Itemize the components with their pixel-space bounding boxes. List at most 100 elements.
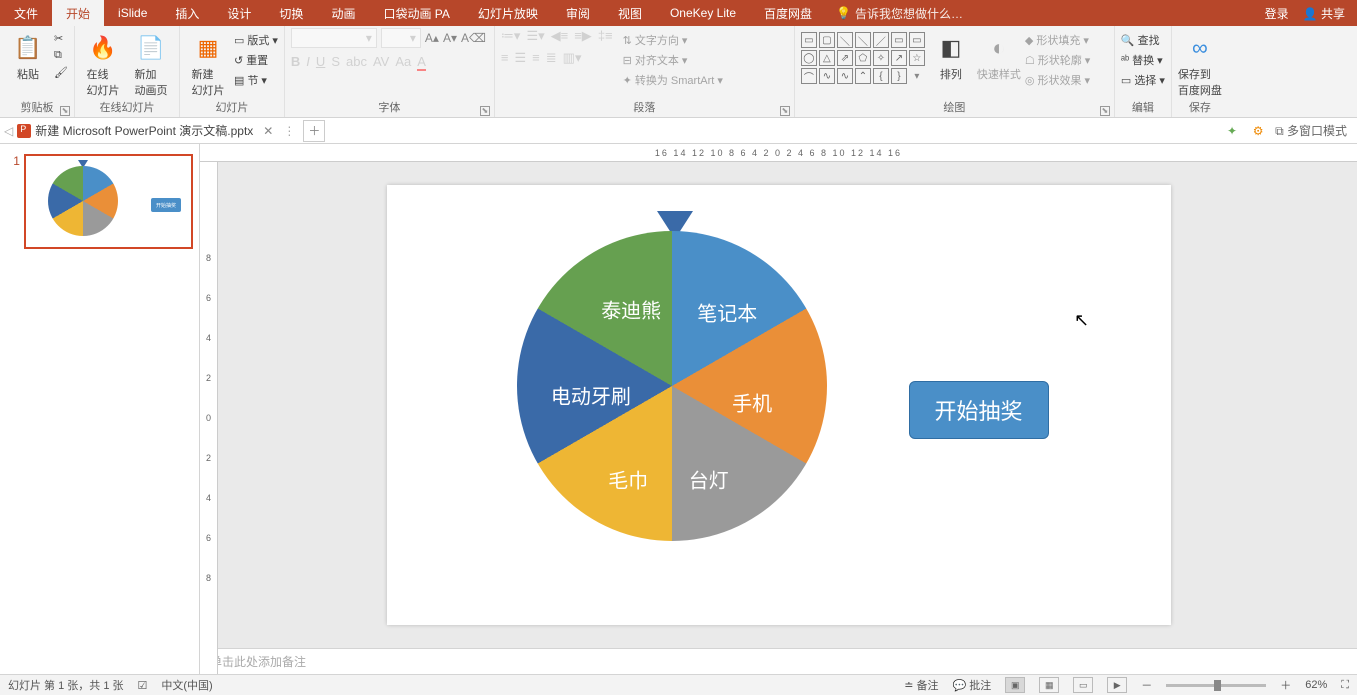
layout-button[interactable]: ▭版式 ▾ <box>234 32 278 48</box>
zoom-level[interactable]: 62% <box>1305 679 1327 691</box>
section-button[interactable]: ▤节 ▾ <box>234 72 278 88</box>
dialog-launcher[interactable]: ⬊ <box>60 106 70 116</box>
fit-window-button[interactable]: ⛶ <box>1341 679 1349 692</box>
start-lottery-button[interactable]: 开始抽奖 <box>909 381 1049 439</box>
shapes-gallery[interactable]: ▭▢＼＼／▭▭ ◯△⇗⬠✧↗☆ ⌒∿∿⌃{}▾ <box>801 28 925 84</box>
align-left-button[interactable]: ≡ <box>501 50 509 66</box>
tell-me[interactable]: 💡告诉我您想做什么… <box>826 5 973 22</box>
font-color-button[interactable]: A <box>417 54 426 71</box>
tab-transition[interactable]: 切换 <box>265 0 317 26</box>
text-direction-button[interactable]: ⇅ 文字方向 ▾ <box>623 32 723 48</box>
nav-back-icon[interactable]: ◁ <box>4 124 13 138</box>
strike-button[interactable]: S <box>331 54 340 71</box>
gear-icon[interactable]: ⚙ <box>1249 122 1267 140</box>
shape-outline-button[interactable]: ☖ 形状轮廓 ▾ <box>1025 52 1090 68</box>
align-text-button[interactable]: ⊟ 对齐文本 ▾ <box>623 52 723 68</box>
select-button[interactable]: ▭ 选择 ▾ <box>1121 72 1165 88</box>
arrange-button[interactable]: ◧排列 <box>929 28 973 82</box>
new-slide-button[interactable]: ▦新建 幻灯片 <box>186 28 230 98</box>
italic-button[interactable]: I <box>306 54 310 71</box>
save-baidu-button[interactable]: ∞保存到 百度网盘 <box>1178 28 1222 98</box>
tab-review[interactable]: 审阅 <box>552 0 604 26</box>
justify-button[interactable]: ≣ <box>546 50 557 66</box>
slide-thumbnail[interactable]: 开始抽奖 <box>24 154 193 249</box>
bold-button[interactable]: B <box>291 54 300 71</box>
tab-islide[interactable]: iSlide <box>104 0 161 26</box>
wheel-label: 手机 <box>732 387 772 416</box>
quickstyle-button[interactable]: ◐快速样式 <box>977 28 1021 82</box>
section-icon: ▤ <box>234 74 244 87</box>
multiwindow-button[interactable]: ⧉ 多窗口模式 <box>1275 122 1347 139</box>
zoom-out-button[interactable]: － <box>1141 677 1152 693</box>
increase-font-icon[interactable]: A▴ <box>425 31 439 45</box>
online-slides-button[interactable]: 🔥在线 幻灯片 <box>81 28 125 98</box>
document-name[interactable]: 新建 Microsoft PowerPoint 演示文稿.pptx <box>35 122 253 139</box>
dialog-launcher[interactable]: ⬊ <box>780 106 790 116</box>
tab-insert[interactable]: 插入 <box>161 0 213 26</box>
clear-format-icon[interactable]: A⌫ <box>461 31 486 45</box>
tab-pocket[interactable]: 口袋动画 PA <box>369 0 463 26</box>
line-spacing-button[interactable]: ‡≡ <box>598 28 613 44</box>
language-indicator[interactable]: 中文(中国) <box>161 677 212 693</box>
prize-wheel[interactable]: 笔记本 手机 台灯 毛巾 电动牙刷 泰迪熊 <box>517 231 827 541</box>
case-button[interactable]: Aa <box>395 54 411 71</box>
close-doc-button[interactable]: ✕ <box>257 124 279 138</box>
indent-inc-button[interactable]: ≡▶ <box>574 28 592 44</box>
spacing-button[interactable]: AV <box>373 54 389 71</box>
tab-home[interactable]: 开始 <box>52 0 104 26</box>
tab-animation[interactable]: 动画 <box>317 0 369 26</box>
dialog-launcher[interactable]: ⬊ <box>1100 106 1110 116</box>
canvas[interactable]: 笔记本 手机 台灯 毛巾 电动牙刷 泰迪熊 开始抽奖 <box>200 162 1357 648</box>
normal-view-button[interactable]: ▣ <box>1005 677 1025 693</box>
shape-effects-button[interactable]: ◎ 形状效果 ▾ <box>1025 72 1090 88</box>
tab-onekey[interactable]: OneKey Lite <box>656 0 750 26</box>
thumbnail-panel[interactable]: 1 开始抽奖 <box>0 144 200 674</box>
underline-button[interactable]: U <box>316 54 325 71</box>
indent-dec-button[interactable]: ◀≡ <box>551 28 569 44</box>
tab-view[interactable]: 视图 <box>604 0 656 26</box>
tab-design[interactable]: 设计 <box>213 0 265 26</box>
tab-slideshow[interactable]: 幻灯片放映 <box>464 0 552 26</box>
shadow-button[interactable]: abc <box>346 54 367 71</box>
cut-button[interactable]: ✂ <box>54 32 68 45</box>
group-label: 编辑 <box>1121 101 1165 117</box>
font-size-select[interactable]: ▾ <box>381 28 421 48</box>
notes-toggle[interactable]: ≐ 备注 <box>904 677 938 693</box>
paste-button[interactable]: 📋 粘贴 <box>6 28 50 82</box>
align-right-button[interactable]: ≡ <box>532 50 540 66</box>
smartart-button[interactable]: ✦ 转换为 SmartArt ▾ <box>623 72 723 88</box>
format-painter-button[interactable]: 🖌 <box>54 66 68 79</box>
slideshow-view-button[interactable]: ▶ <box>1107 677 1127 693</box>
numbering-button[interactable]: ☰▾ <box>526 28 544 44</box>
spellcheck-icon[interactable]: ☑ <box>138 679 148 692</box>
slide[interactable]: 笔记本 手机 台灯 毛巾 电动牙刷 泰迪熊 开始抽奖 <box>387 185 1171 625</box>
font-family-select[interactable]: ▾ <box>291 28 377 48</box>
tab-file[interactable]: 文件 <box>0 0 52 26</box>
new-anim-page-button[interactable]: 📄新加 动画页 <box>129 28 173 98</box>
reset-button[interactable]: ↺重置 <box>234 52 278 68</box>
group-label: 在线幻灯片 <box>81 101 173 117</box>
copy-button[interactable]: ⧉ <box>54 49 68 62</box>
replace-button[interactable]: ᵃᵇ 替换 ▾ <box>1121 52 1165 68</box>
new-doc-button[interactable]: ＋ <box>303 120 325 142</box>
align-center-button[interactable]: ☰ <box>515 50 527 66</box>
decrease-font-icon[interactable]: A▾ <box>443 31 457 45</box>
horizontal-ruler[interactable]: 16 14 12 10 8 6 4 2 0 2 4 6 8 10 12 14 1… <box>200 144 1357 162</box>
bullets-button[interactable]: ≔▾ <box>501 28 521 44</box>
find-button[interactable]: 🔍 查找 <box>1121 32 1165 48</box>
reading-view-button[interactable]: ▭ <box>1073 677 1093 693</box>
shape-fill-button[interactable]: ◆ 形状填充 ▾ <box>1025 32 1090 48</box>
zoom-in-button[interactable]: ＋ <box>1280 677 1291 693</box>
dialog-launcher[interactable]: ⬊ <box>480 106 490 116</box>
columns-button[interactable]: ▥▾ <box>563 50 582 66</box>
sparkle-icon[interactable]: ✦ <box>1223 122 1241 140</box>
lightbulb-icon: 💡 <box>836 6 851 20</box>
notes-pane[interactable]: 单击此处添加备注 <box>200 648 1357 674</box>
new-slide-icon: ▦ <box>192 32 224 64</box>
zoom-slider[interactable] <box>1166 684 1266 687</box>
comments-toggle[interactable]: 💬 批注 <box>953 677 992 693</box>
login-button[interactable]: 登录 <box>1265 5 1289 22</box>
tab-baidu[interactable]: 百度网盘 <box>750 0 826 26</box>
share-button[interactable]: 👤 共享 <box>1303 5 1345 22</box>
sorter-view-button[interactable]: ▦ <box>1039 677 1059 693</box>
